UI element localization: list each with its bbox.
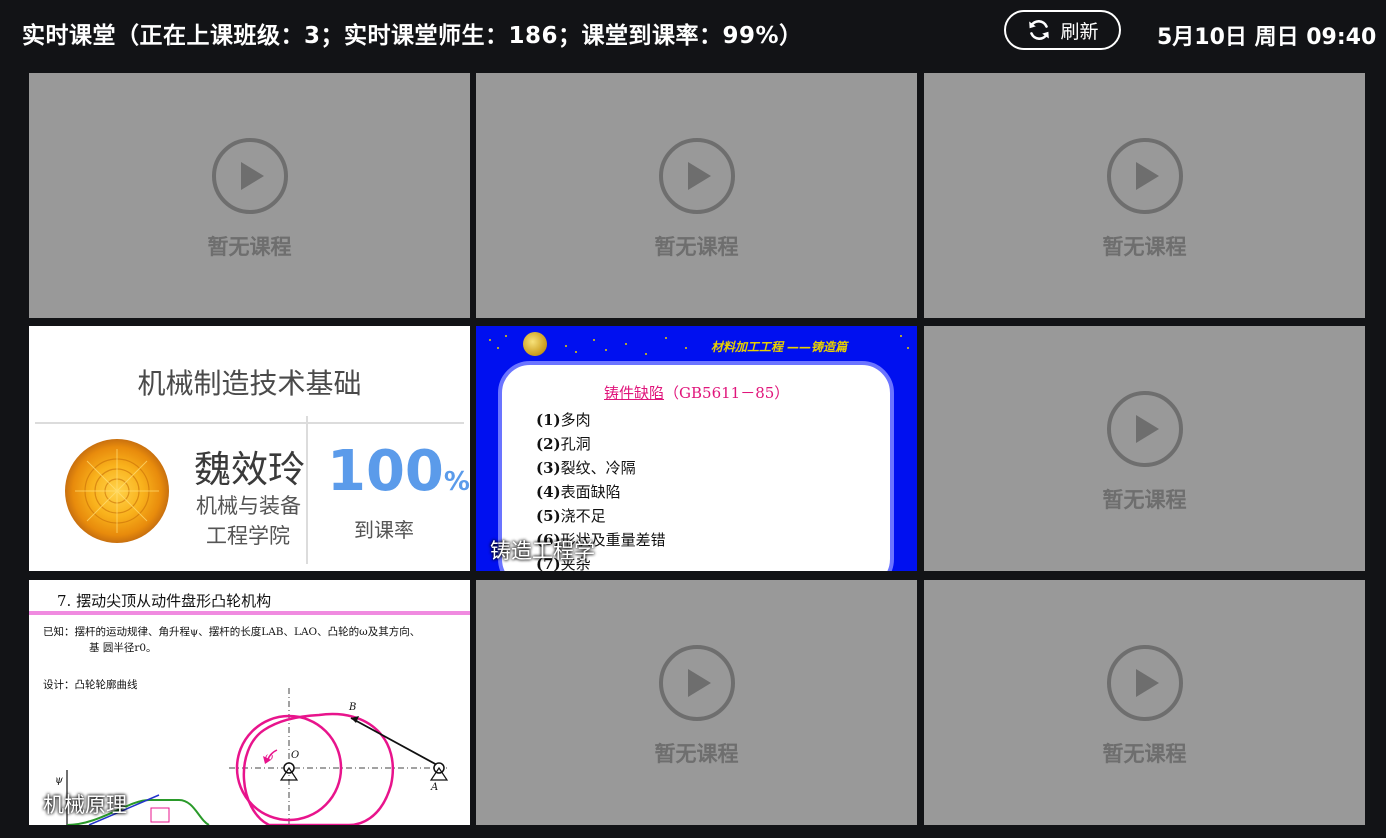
refresh-button[interactable]: 刷新 [1004, 10, 1121, 50]
classroom-tile-cam-slide[interactable]: 7. 摆动尖顶从动件盘形凸轮机构 已知：摆杆的运动规律、角升程ψ、摆杆的长度LA… [29, 580, 470, 825]
classroom-tile-empty[interactable]: 暂无课程 [476, 73, 917, 318]
classroom-tile-empty[interactable]: 暂无课程 [476, 580, 917, 825]
label-a: A [430, 782, 438, 793]
play-icon [1106, 391, 1183, 467]
classroom-grid: 暂无课程 暂无课程 暂无课程 机械制造技术基础 魏效玲 机械与装备 工程学院 1… [29, 73, 1365, 825]
department-line-2: 工程学院 [206, 524, 290, 548]
classroom-tile-casting-slide[interactable]: 材料加工工程 ——铸造篇 铸件缺陷（GB5611－85） (1)多肉 (2)孔洞… [476, 326, 917, 571]
empty-label: 暂无课程 [207, 235, 292, 259]
divider [35, 422, 464, 424]
label-omega: ω [265, 752, 273, 763]
empty-label: 暂无课程 [1102, 235, 1187, 259]
empty-label: 暂无课程 [1102, 742, 1187, 766]
page-title: 实时课堂（正在上课班级：3；实时课堂师生：186；课堂到课率：99%） [22, 23, 803, 49]
play-icon [658, 138, 735, 214]
empty-label: 暂无课程 [654, 235, 739, 259]
list-item: (3)裂纹、冷隔 [536, 459, 636, 477]
list-item: (1)多肉 [536, 411, 591, 429]
globe-logo-icon [523, 332, 547, 356]
play-icon [658, 645, 735, 721]
slide-title-main: 铸件缺陷 [604, 384, 665, 402]
label-b: B [348, 702, 356, 713]
department-line-1: 机械与装备 [196, 494, 301, 518]
play-icon [1106, 645, 1183, 721]
course-name: 机械制造技术基础 [137, 367, 362, 400]
header-bar: 实时课堂（正在上课班级：3；实时课堂师生：186；课堂到课率：99%） 刷新 5… [0, 0, 1386, 70]
attendance-rate: 100% [327, 439, 470, 504]
course-caption: 铸造工程学 [490, 539, 595, 563]
classroom-tile-empty[interactable]: 暂无课程 [924, 580, 1365, 825]
empty-label: 暂无课程 [1102, 488, 1187, 512]
avatar [65, 439, 169, 543]
classroom-tile-empty[interactable]: 暂无课程 [924, 73, 1365, 318]
course-caption: 机械原理 [43, 793, 127, 817]
label-psi: ψ [55, 775, 63, 786]
classroom-tile-teacher-card[interactable]: 机械制造技术基础 魏效玲 机械与装备 工程学院 100% 到课率 [29, 326, 470, 571]
attendance-rate-value: 100 [327, 439, 444, 504]
divider [306, 416, 308, 564]
datetime: 5月10日 周日 09:40 [1157, 25, 1377, 50]
play-icon [1106, 138, 1183, 214]
list-item: (4)表面缺陷 [536, 483, 621, 501]
classroom-tile-empty[interactable]: 暂无课程 [29, 73, 470, 318]
empty-label: 暂无课程 [654, 742, 739, 766]
attendance-rate-label: 到课率 [354, 518, 414, 542]
list-item: (5)浇不足 [536, 507, 606, 525]
slide-title: 铸件缺陷（GB5611－85） [604, 382, 789, 403]
label-o: O [291, 750, 299, 761]
slide-header: 材料加工工程 ——铸造篇 [711, 340, 848, 354]
list-item: (2)孔洞 [536, 435, 591, 453]
slide-title-standard: （GB5611－85） [664, 384, 790, 402]
classroom-tile-empty[interactable]: 暂无课程 [924, 326, 1365, 571]
play-icon [211, 138, 288, 214]
refresh-label: 刷新 [1060, 20, 1099, 43]
refresh-icon [1029, 20, 1050, 40]
attendance-rate-unit: % [443, 467, 470, 497]
teacher-name: 魏效玲 [194, 448, 305, 491]
